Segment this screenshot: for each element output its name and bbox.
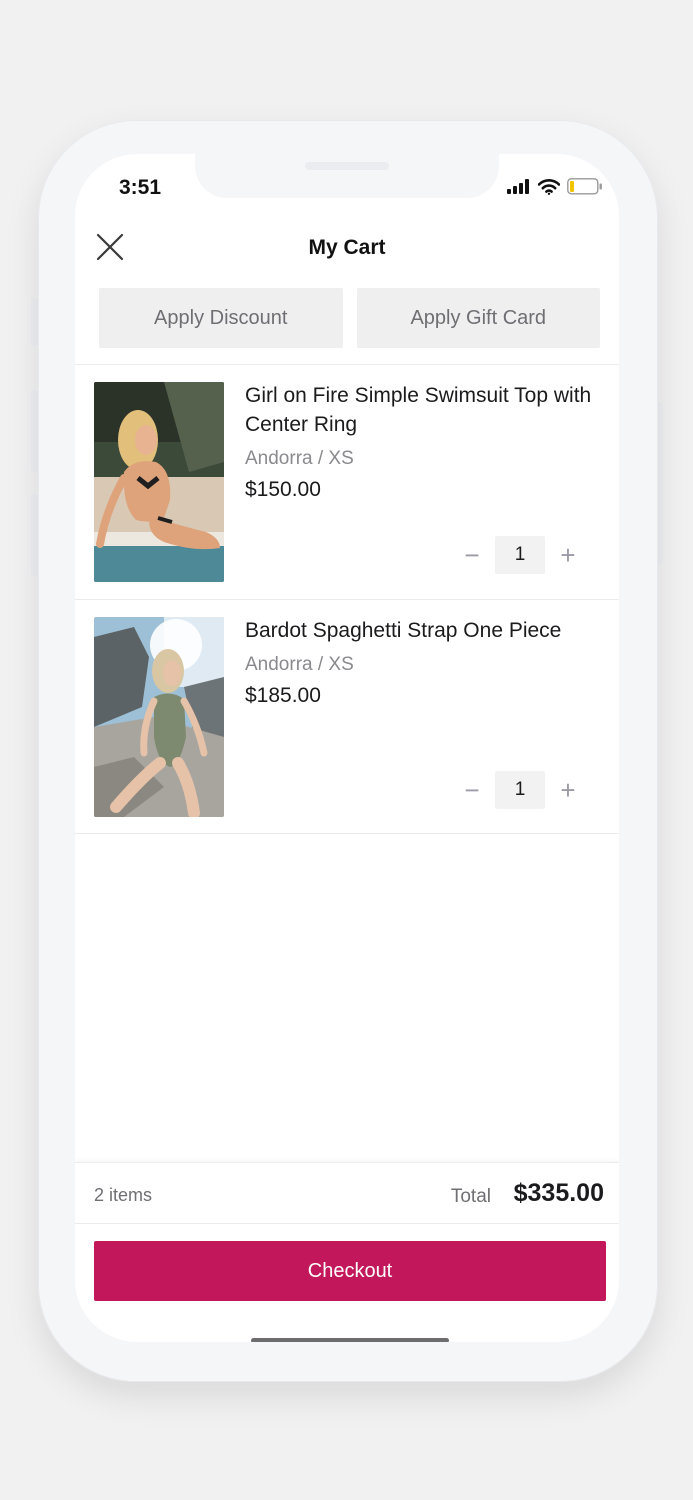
product-photo (94, 617, 224, 817)
apply-discount-button[interactable]: Apply Discount (99, 288, 343, 348)
item-price: $185.00 (245, 684, 321, 707)
divider (75, 833, 619, 834)
quantity-stepper: − 1 + (449, 536, 591, 574)
increase-quantity-button[interactable]: + (545, 536, 591, 574)
decrease-quantity-button[interactable]: − (449, 771, 495, 809)
checkout-button[interactable]: Checkout (94, 1241, 606, 1301)
cart-item: Bardot Spaghetti Strap One Piece Andorra… (75, 600, 619, 834)
promo-actions: Apply Discount Apply Gift Card (99, 288, 600, 348)
battery-icon (567, 178, 602, 195)
product-photo (94, 382, 224, 582)
page-title: My Cart (308, 236, 386, 259)
mute-switch (31, 298, 38, 346)
quantity-stepper: − 1 + (449, 771, 591, 809)
volume-down-button (31, 494, 38, 576)
increase-quantity-button[interactable]: + (545, 771, 591, 809)
quantity-value: 1 (495, 536, 545, 574)
status-icons (507, 178, 603, 195)
quantity-value: 1 (495, 771, 545, 809)
cellular-signal-icon (507, 179, 529, 194)
item-variant: Andorra / XS (245, 654, 354, 675)
phone-screen: 3:51 My Cart Apply Discount Apply Gift C… (75, 154, 619, 1342)
cart-header: My Cart (75, 224, 619, 274)
total-value: $335.00 (513, 1179, 604, 1207)
cart-summary: 2 items Total $335.00 (75, 1162, 619, 1224)
product-image[interactable] (94, 382, 224, 582)
item-variant: Andorra / XS (245, 448, 354, 469)
notch (195, 154, 499, 198)
apply-gift-card-button[interactable]: Apply Gift Card (356, 288, 600, 348)
cart-item: Girl on Fire Simple Swimsuit Top with Ce… (75, 365, 619, 599)
status-time: 3:51 (119, 176, 162, 199)
item-count: 2 items (94, 1185, 153, 1205)
volume-up-button (31, 390, 38, 472)
total-label: Total (450, 1186, 491, 1207)
home-indicator[interactable] (251, 1338, 449, 1342)
item-name[interactable]: Girl on Fire Simple Swimsuit Top with Ce… (245, 381, 605, 439)
item-name[interactable]: Bardot Spaghetti Strap One Piece (245, 616, 605, 645)
speaker (305, 162, 389, 170)
item-price: $150.00 (245, 478, 321, 501)
decrease-quantity-button[interactable]: − (449, 536, 495, 574)
wifi-icon (538, 178, 560, 195)
product-image[interactable] (94, 617, 224, 817)
